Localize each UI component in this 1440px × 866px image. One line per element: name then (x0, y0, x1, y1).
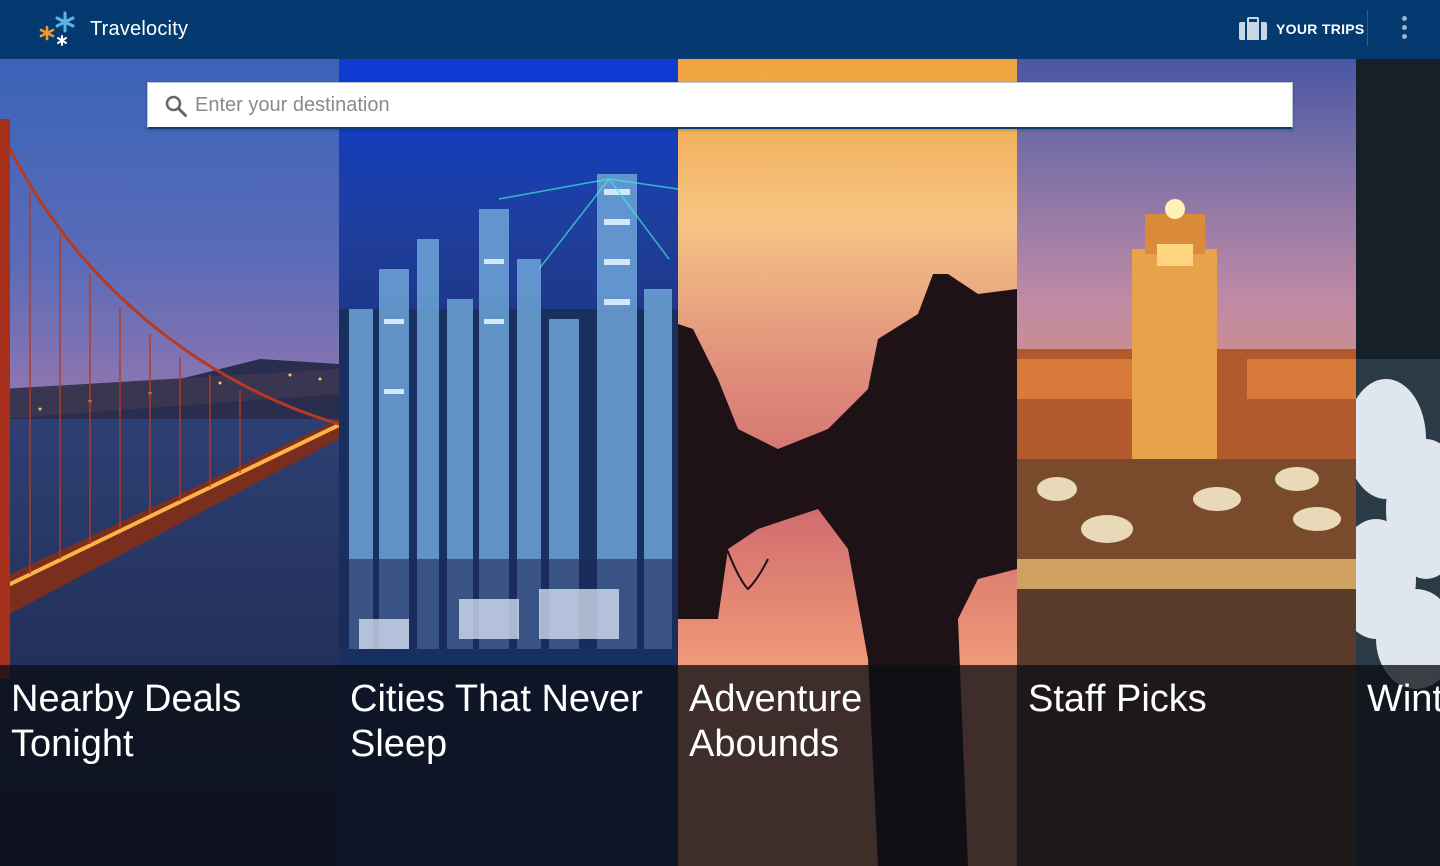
card-title: Winter Wonderland (1367, 678, 1440, 720)
card-staff-picks[interactable]: Staff Picks (1017, 59, 1356, 866)
search-icon (165, 95, 187, 117)
card-title: Staff Picks (1028, 678, 1207, 720)
more-vert-icon[interactable] (1391, 12, 1417, 44)
search-box[interactable] (147, 82, 1293, 129)
destination-search-input[interactable] (195, 83, 1275, 128)
app-title: Travelocity (90, 18, 189, 40)
your-trips-button[interactable]: YOUR TRIPS (1238, 14, 1365, 44)
card-title: Cities That Never Sleep (350, 678, 643, 765)
toolbar-divider (1367, 10, 1368, 46)
travelocity-logo-icon[interactable] (38, 10, 78, 48)
destination-carousel[interactable]: Nearby Deals Tonight Cities That Never S… (0, 59, 1440, 866)
card-adventure-abounds[interactable]: Adventure Abounds (678, 59, 1017, 866)
card-winter-wonderland[interactable]: Winter Wonderland (1356, 59, 1440, 866)
suitcase-icon (1239, 17, 1267, 40)
card-nearby-deals[interactable]: Nearby Deals Tonight (0, 59, 339, 866)
app-bar: Travelocity YOUR TRIPS (0, 0, 1440, 59)
card-title: Adventure Abounds (689, 678, 863, 765)
card-cities-never-sleep[interactable]: Cities That Never Sleep (339, 59, 678, 866)
card-title: Nearby Deals Tonight (11, 678, 242, 765)
your-trips-label: YOUR TRIPS (1276, 21, 1365, 37)
